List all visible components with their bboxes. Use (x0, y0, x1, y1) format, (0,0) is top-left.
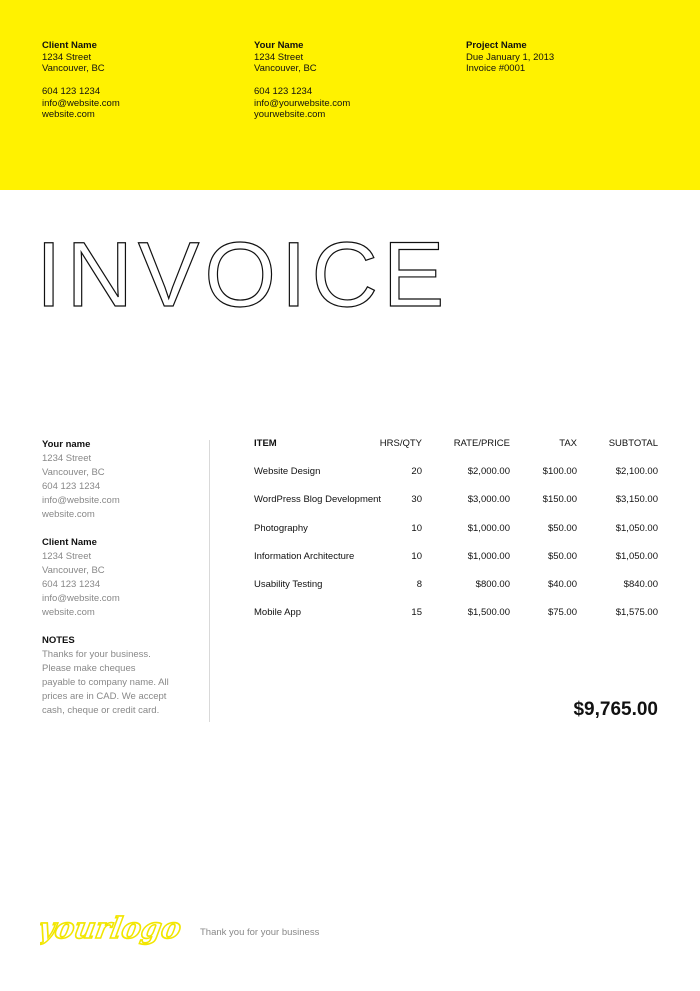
notes-title: NOTES (42, 635, 75, 646)
footer-thanks: Thank you for your business (200, 927, 320, 938)
header-client-email: info@website.com (42, 97, 120, 109)
sidebar-notes-block: NOTES Thanks for your business. Please m… (42, 634, 202, 718)
row-item: Photography (254, 522, 308, 534)
logo-graphic: yourlogo (34, 910, 185, 945)
company-logo: yourlogo (34, 908, 190, 957)
column-header-rate: RATE/PRICE (453, 438, 510, 449)
row-qty: 10 (411, 550, 422, 562)
header-you-phone: 604 123 1234 (254, 86, 313, 97)
header-you-street: 1234 Street (254, 51, 304, 63)
sidebar-client-web: website.com (42, 607, 95, 618)
row-tax: $100.00 (542, 466, 577, 478)
header-client-block: Client Name 1234 Street Vancouver, BC 60… (42, 40, 242, 121)
sidebar-client-email: info@website.com (42, 593, 120, 604)
row-qty: 30 (411, 494, 422, 506)
row-rate: $1,000.00 (467, 550, 510, 562)
notes-line: cash, cheque or credit card. (42, 705, 160, 716)
table-row: Photography 10 $1,000.00 $50.00 $1,050.0… (254, 523, 658, 551)
page-title: INVOICE (35, 224, 450, 326)
row-subtotal: $1,050.00 (615, 550, 658, 562)
row-qty: 10 (411, 522, 422, 534)
header-you-email: info@yourwebsite.com (254, 97, 351, 109)
header-client-street: 1234 Street (42, 51, 92, 63)
column-header-subtotal: SUBTOTAL (608, 438, 658, 449)
notes-line: Please make cheques (42, 663, 136, 674)
sidebar: Your name 1234 Street Vancouver, BC 604 … (42, 438, 202, 732)
row-rate: $1,500.00 (467, 607, 510, 619)
sidebar-you-block: Your name 1234 Street Vancouver, BC 604 … (42, 438, 202, 522)
row-rate: $800.00 (475, 578, 510, 590)
row-tax: $50.00 (547, 550, 577, 562)
sidebar-you-web: website.com (42, 509, 95, 520)
vertical-divider (209, 440, 210, 722)
row-item: WordPress Blog Development (254, 494, 382, 506)
header-you-web: yourwebsite.com (254, 109, 326, 120)
row-subtotal: $1,575.00 (615, 607, 658, 619)
row-item: Usability Testing (254, 578, 323, 590)
column-header-qty: HRS/QTY (379, 438, 422, 449)
header-project-title: Project Name (466, 40, 527, 51)
sidebar-you-phone: 604 123 1234 (42, 481, 101, 492)
row-tax: $75.00 (547, 607, 577, 619)
row-item: Information Architecture (254, 550, 355, 562)
row-rate: $1,000.00 (467, 522, 510, 534)
header-client-phone: 604 123 1234 (42, 86, 101, 97)
notes-line: Thanks for your business. (42, 649, 151, 660)
header-client-city: Vancouver, BC (42, 63, 105, 74)
table-row: Information Architecture 10 $1,000.00 $5… (254, 551, 658, 579)
row-subtotal: $1,050.00 (615, 522, 658, 534)
line-items-table: ITEM HRS/QTY RATE/PRICE TAX SUBTOTAL Web… (254, 438, 658, 635)
row-subtotal: $840.00 (623, 578, 658, 590)
column-header-tax: TAX (559, 438, 577, 449)
row-tax: $40.00 (547, 578, 577, 590)
row-rate: $3,000.00 (467, 494, 510, 506)
row-tax: $150.00 (542, 494, 577, 506)
notes-line: payable to company name. All (42, 677, 169, 688)
header-invoice-number: Invoice #0001 (466, 63, 526, 74)
sidebar-client-title: Client Name (42, 537, 97, 548)
sidebar-client-block: Client Name 1234 Street Vancouver, BC 60… (42, 536, 202, 620)
header-you-city: Vancouver, BC (254, 63, 317, 74)
row-tax: $50.00 (547, 522, 577, 534)
sidebar-client-phone: 604 123 1234 (42, 579, 101, 590)
invoice-total: $9,765.00 (573, 699, 658, 720)
header-project-block: Project Name Due January 1, 2013 Invoice… (466, 40, 666, 75)
column-header-item: ITEM (254, 438, 277, 449)
sidebar-you-street: 1234 Street (42, 453, 92, 464)
table-row: Website Design 20 $2,000.00 $100.00 $2,1… (254, 466, 658, 494)
row-qty: 15 (411, 607, 422, 619)
logo-wordmark: yourlogo (40, 911, 184, 945)
header-client-web: website.com (42, 109, 95, 120)
table-row: WordPress Blog Development 30 $3,000.00 … (254, 494, 658, 522)
row-subtotal: $3,150.00 (615, 494, 658, 506)
notes-line: prices are in CAD. We accept (42, 691, 167, 702)
sidebar-client-street: 1234 Street (42, 551, 92, 562)
row-item: Mobile App (254, 607, 302, 619)
table-row: Mobile App 15 $1,500.00 $75.00 $1,575.00 (254, 607, 658, 635)
sidebar-you-city: Vancouver, BC (42, 467, 105, 478)
row-subtotal: $2,100.00 (615, 466, 658, 478)
header-you-title: Your Name (254, 40, 304, 51)
row-item: Website Design (254, 466, 321, 478)
header-project-due: Due January 1, 2013 (466, 51, 555, 63)
header-client-title: Client Name (42, 40, 97, 51)
sidebar-you-email: info@website.com (42, 495, 120, 506)
row-qty: 20 (411, 466, 422, 478)
header-you-block: Your Name 1234 Street Vancouver, BC 604 … (254, 40, 454, 121)
table-row: Usability Testing 8 $800.00 $40.00 $840.… (254, 579, 658, 607)
sidebar-client-city: Vancouver, BC (42, 565, 105, 576)
table-header-row: ITEM HRS/QTY RATE/PRICE TAX SUBTOTAL (254, 438, 658, 466)
row-qty: 8 (416, 578, 422, 590)
row-rate: $2,000.00 (467, 466, 510, 478)
sidebar-you-title: Your name (42, 439, 91, 450)
header-band: Client Name 1234 Street Vancouver, BC 60… (0, 0, 700, 190)
